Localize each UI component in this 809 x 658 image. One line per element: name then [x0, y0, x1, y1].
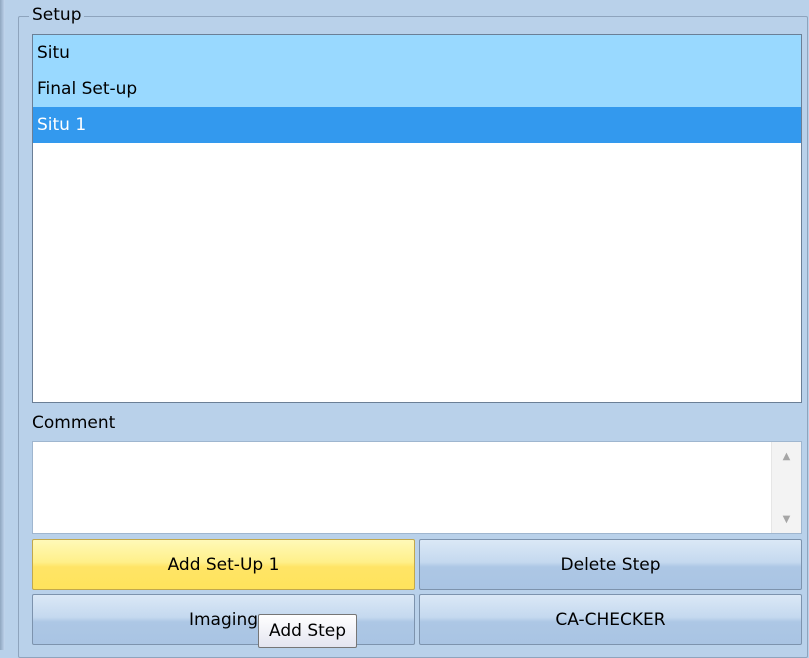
left-border: [0, 0, 5, 650]
scroll-down-arrow-icon[interactable]: ▼: [772, 505, 801, 533]
setup-list-item-situ[interactable]: Situ: [33, 35, 801, 71]
delete-step-button[interactable]: Delete Step: [419, 539, 802, 590]
add-set-up-button[interactable]: Add Set-Up 1: [32, 539, 415, 590]
imaging-button[interactable]: Imaging: [32, 594, 415, 645]
add-step-tooltip: Add Step: [258, 614, 358, 648]
comment-scrollbar[interactable]: ▲ ▼: [771, 442, 801, 533]
ca-checker-button[interactable]: CA-CHECKER: [419, 594, 802, 645]
comment-textarea[interactable]: ▲ ▼: [32, 441, 802, 534]
setup-list-item-situ-1[interactable]: Situ 1: [33, 107, 801, 143]
setup-listbox[interactable]: Situ Final Set-up Situ 1: [32, 34, 802, 403]
scroll-up-arrow-icon[interactable]: ▲: [772, 442, 801, 470]
comment-label: Comment: [32, 413, 116, 433]
setup-list-item-final-set-up[interactable]: Final Set-up: [33, 71, 801, 107]
setup-group-title: Setup: [29, 4, 85, 26]
